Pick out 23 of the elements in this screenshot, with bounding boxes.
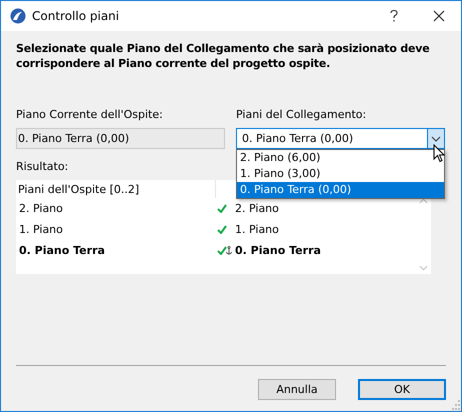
window-title: Controllo piani — [32, 9, 120, 23]
close-icon[interactable] — [433, 10, 445, 22]
app-logo-icon — [10, 8, 26, 24]
result-label: Risultato: — [16, 160, 68, 174]
link-stories-label: Piani del Collegamento: — [236, 108, 368, 122]
link-stories-dropdown[interactable]: 0. Piano Terra (0,00) — [236, 128, 445, 149]
host-story-cell-text: 2. Piano — [18, 202, 64, 215]
dropdown-option[interactable]: 0. Piano Terra (0,00) — [237, 182, 444, 198]
host-story-cell-text: 0. Piano Terra — [18, 244, 106, 257]
host-story-field: 0. Piano Terra (0,00) — [16, 128, 225, 149]
resize-grip-icon[interactable] — [450, 400, 460, 410]
instructions-text: Selezionate quale Piano del Collegamento che sarà posizionato deve corrispondere al Piano corrente del progetto ospite. — [16, 41, 431, 71]
link-story-cell-text: 1. Piano — [235, 223, 280, 236]
dropdown-option[interactable]: 1. Piano (3,00) — [237, 166, 444, 182]
scroll-up-icon[interactable] — [419, 198, 428, 204]
dialog-button[interactable]: Annulla — [258, 379, 336, 400]
dialog-button[interactable]: OK — [358, 379, 446, 400]
host-story-cell-text: 1. Piano — [18, 223, 64, 236]
column-header: Piani dell'Ospite [0..2] — [17, 182, 140, 196]
chevron-down-icon — [431, 136, 441, 142]
host-story-label: Piano Corrente dell'Ospite: — [16, 108, 164, 122]
link-story-cell-text: 0. Piano Terra — [235, 244, 322, 257]
link-story-cell-text: 2. Piano — [235, 202, 280, 215]
